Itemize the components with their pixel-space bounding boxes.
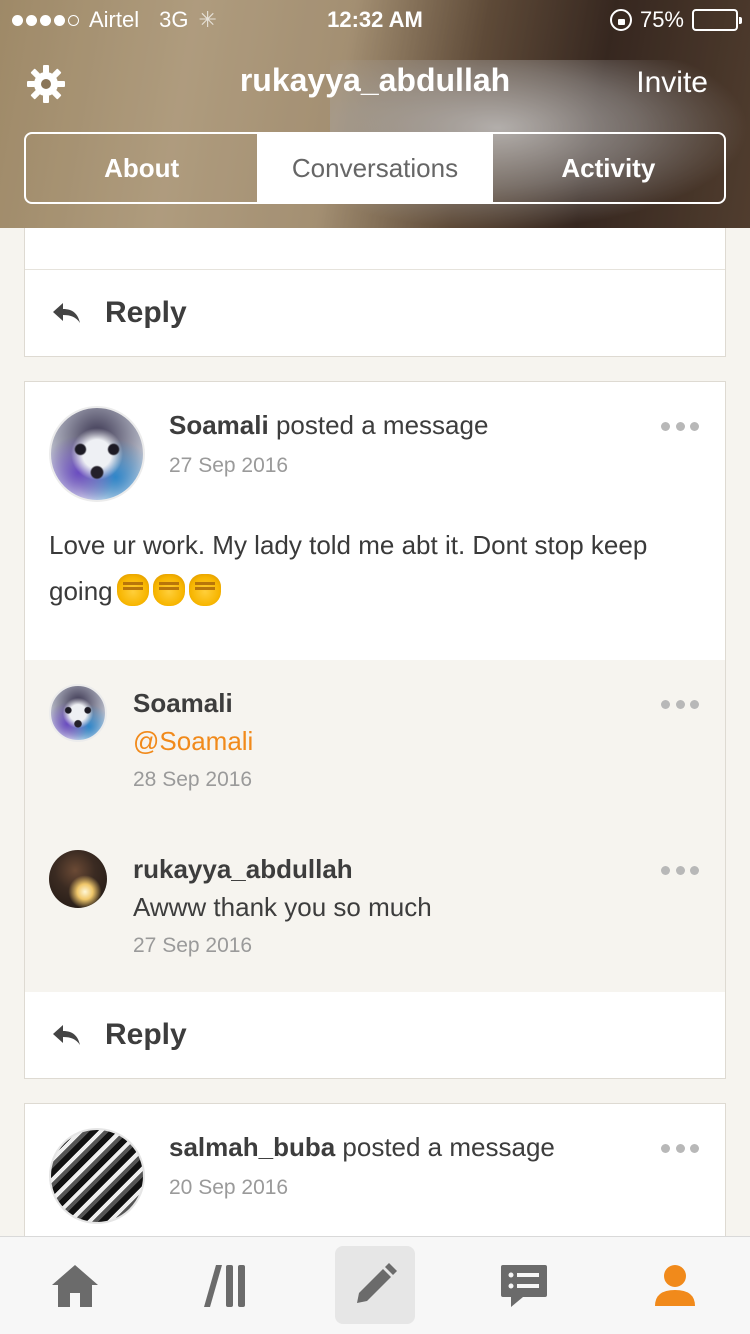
nav-messages[interactable] [469,1237,579,1334]
author-name[interactable]: Soamali [169,410,269,440]
status-right: 75% [609,7,742,33]
reply-label: Reply [105,296,187,329]
post-card: Soamali posted a message 27 Sep 2016 Lov… [24,381,726,1079]
messages-icon [501,1265,547,1307]
compose-icon [357,1263,397,1303]
comment-mention-link[interactable]: @Soamali [133,726,253,757]
commenter-name[interactable]: rukayya_abdullah [133,854,353,885]
raised-fist-emoji-icon [152,574,185,606]
reply-label: Reply [105,1018,187,1051]
battery-percent: 75% [639,7,684,32]
post-header: Soamali posted a message [169,410,488,441]
post-card: salmah_buba posted a message 20 Sep 2016 [24,1103,726,1243]
post-date: 20 Sep 2016 [169,1176,289,1199]
nav-home[interactable] [20,1237,130,1334]
reply-button[interactable]: Reply [25,992,725,1078]
commenter-name[interactable]: Soamali [133,688,233,719]
profile-header: Airtel 3G ✳ 12:32 AM 75% rukayya_abdulla… [0,0,750,228]
reply-arrow-icon [53,1025,80,1045]
commenter-avatar[interactable] [49,684,107,742]
nav-profile[interactable] [620,1237,730,1334]
commenter-avatar[interactable] [49,850,107,908]
reply-arrow-icon [53,303,80,323]
post-action: posted a message [268,410,489,440]
post-action: posted a message [335,1132,555,1162]
post-date: 27 Sep 2016 [169,454,289,477]
divider [25,228,725,270]
rotation-lock-icon [609,9,632,31]
profile-icon [655,1265,695,1306]
comment-date: 27 Sep 2016 [133,934,253,957]
invite-button[interactable]: Invite [636,66,708,100]
status-bar: Airtel 3G ✳ 12:32 AM 75% [0,0,750,40]
tab-activity[interactable]: Activity [490,134,724,202]
tab-bar [0,1236,750,1334]
more-options-icon[interactable] [661,866,699,876]
more-options-icon[interactable] [661,422,699,432]
nav-channels[interactable] [170,1237,280,1334]
post-message: Love ur work. My lady told me abt it. Do… [49,522,701,614]
comment-text: Awww thank you so much [133,892,432,922]
author-name[interactable]: salmah_buba [169,1132,335,1162]
author-avatar[interactable] [49,406,145,502]
channels-icon [204,1265,245,1307]
home-icon [52,1265,98,1307]
tab-about[interactable]: About [26,134,257,202]
navigation-bar: rukayya_abdullah Invite [0,50,750,114]
tab-conversations[interactable]: Conversations [257,134,491,202]
more-options-icon[interactable] [661,700,699,710]
profile-tabs: About Conversations Activity [24,132,726,204]
comment-date: 28 Sep 2016 [133,768,253,791]
previous-post-card: Reply [24,228,726,357]
comment-list: Soamali @Soamali 28 Sep 2016 rukayya_abd… [25,660,725,992]
post-header: salmah_buba posted a message [169,1132,555,1163]
author-avatar[interactable] [49,1128,145,1224]
more-options-icon[interactable] [661,1144,699,1154]
battery-icon [692,9,742,31]
raised-fist-emoji-icon [188,574,221,606]
nav-compose[interactable] [335,1246,415,1324]
raised-fist-emoji-icon [116,574,149,606]
reply-button[interactable]: Reply [25,270,725,356]
